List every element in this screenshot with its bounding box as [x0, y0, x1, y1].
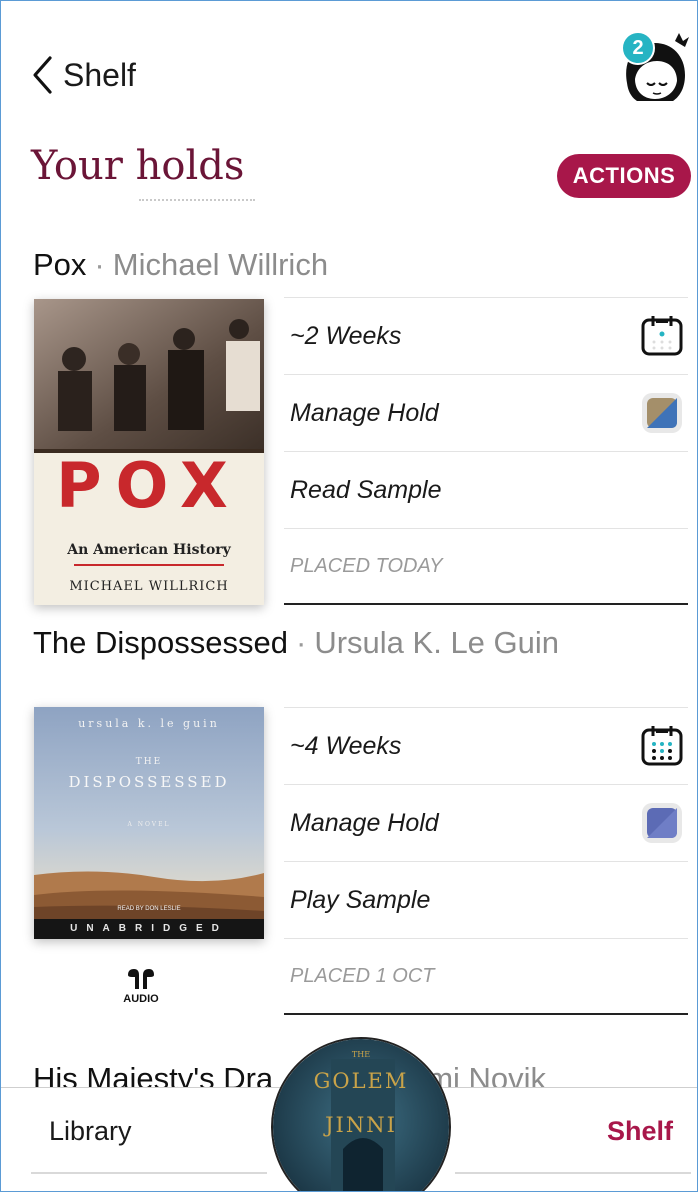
wait-estimate-row[interactable]: ~4 Weeks: [284, 707, 688, 784]
notification-badge: 2: [621, 31, 655, 65]
actions-button[interactable]: ACTIONS: [557, 154, 691, 198]
cover-band: UNABRIDGED: [70, 923, 228, 934]
cover-big-title: DISPOSSESSED: [68, 773, 230, 791]
cover-rule: [74, 564, 224, 566]
now-playing-line1: GOLEM: [313, 1069, 409, 1093]
placed-date: PLACED TODAY: [290, 554, 443, 577]
format-label: AUDIO: [123, 993, 159, 1005]
separator-dot: ·: [94, 247, 105, 282]
book-author: Michael Willrich: [112, 247, 329, 282]
headphones-icon: [128, 969, 154, 989]
hold-options: ~4 Weeks Manage Hold Play Sample PLACED …: [284, 707, 688, 1015]
wait-estimate-row[interactable]: ~2 Weeks: [284, 297, 688, 374]
nav-shelf[interactable]: Shelf: [607, 1116, 673, 1147]
manage-hold-row[interactable]: Manage Hold: [284, 374, 688, 451]
play-sample-label: Play Sample: [290, 885, 431, 914]
nav-divider: [455, 1172, 691, 1174]
cover-big-title: POX: [56, 449, 242, 522]
placed-date-row: PLACED 1 OCT: [284, 938, 688, 1015]
cover-subtitle: An American History: [67, 542, 231, 558]
app-frame: Shelf 2 Your holds ACTIONS Pox · Michael W…: [0, 0, 698, 1192]
nav-divider: [31, 1172, 267, 1174]
nav-library[interactable]: Library: [49, 1116, 132, 1147]
wait-estimate: ~4 Weeks: [290, 731, 402, 760]
title-underline: [139, 199, 255, 201]
book-title: The Dispossessed: [33, 625, 289, 660]
manage-hold-label: Manage Hold: [290, 398, 439, 427]
now-playing-small: THE: [351, 1050, 371, 1059]
book-title: Pox: [33, 247, 87, 282]
placed-date-row: PLACED TODAY: [284, 528, 688, 605]
manage-hold-label: Manage Hold: [290, 808, 439, 837]
chevron-left-icon: [33, 56, 52, 94]
calendar-icon: [641, 316, 683, 356]
cover-reader: READ BY DON LESLIE: [117, 906, 181, 912]
book-author: Ursula K. Le Guin: [314, 625, 560, 660]
wait-estimate: ~2 Weeks: [290, 321, 402, 350]
cover-author: MICHAEL WILLRICH: [69, 579, 229, 594]
color-swatch-icon: [642, 393, 682, 433]
page-title: Your holds: [31, 143, 245, 189]
cover-novel: A NOVEL: [127, 821, 171, 828]
audio-format-badge: AUDIO: [121, 967, 161, 1005]
calendar-icon: [641, 726, 683, 766]
cover-the: THE: [135, 757, 163, 767]
cover-author-line: ursula k. le guin: [78, 717, 220, 730]
hold-heading[interactable]: The Dispossessed · Ursula K. Le Guin: [33, 625, 559, 661]
now-playing-line2: JINNI: [325, 1113, 397, 1137]
read-sample-label: Read Sample: [290, 475, 442, 504]
color-swatch-icon: [642, 803, 682, 843]
hold-options: ~2 Weeks Manage Hold Read Sample PLACED …: [284, 297, 688, 605]
back-button[interactable]: Shelf: [31, 53, 136, 97]
read-sample-row[interactable]: Read Sample: [284, 451, 688, 528]
placed-date: PLACED 1 OCT: [290, 964, 435, 987]
manage-hold-row[interactable]: Manage Hold: [284, 784, 688, 861]
back-label: Shelf: [63, 56, 136, 93]
play-sample-row[interactable]: Play Sample: [284, 861, 688, 938]
hold-heading[interactable]: Pox · Michael Willrich: [33, 247, 328, 283]
separator-dot: ·: [296, 625, 307, 660]
